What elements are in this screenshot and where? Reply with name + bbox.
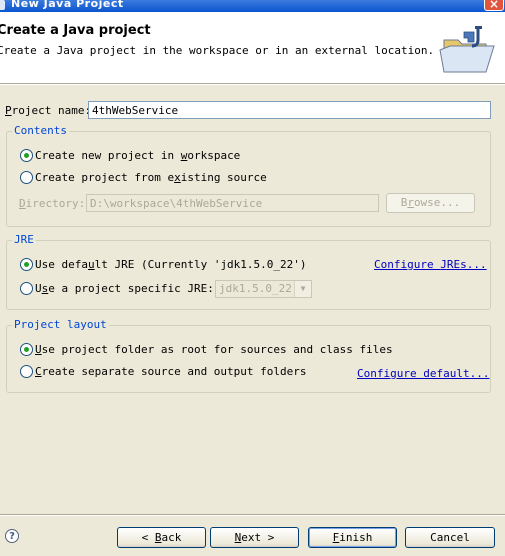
title-bar: New Java Project	[0, 0, 505, 12]
help-icon[interactable]: ?	[5, 529, 19, 543]
default-jre-radio[interactable]	[20, 258, 33, 271]
contents-legend: Contents	[12, 124, 69, 137]
jre-group	[6, 240, 491, 310]
back-button[interactable]: < Back	[117, 527, 206, 548]
separate-folders-radio[interactable]	[20, 365, 33, 378]
jre-select-value: jdk1.5.0_22	[219, 282, 292, 295]
new-java-project-folder-icon	[439, 26, 495, 73]
configure-jres-link[interactable]: Configure JREs...	[374, 258, 487, 271]
next-button[interactable]: Next >	[210, 527, 299, 548]
project-name-input[interactable]	[88, 101, 491, 119]
configure-default-link[interactable]: Configure default...	[357, 367, 489, 380]
chevron-down-icon[interactable]: ▼	[294, 281, 311, 297]
create-from-existing-label: Create project from existing source	[35, 171, 267, 184]
folder-as-root-label: Use project folder as root for sources a…	[35, 343, 393, 356]
create-from-existing-radio[interactable]	[20, 171, 33, 184]
jre-legend: JRE	[12, 233, 36, 246]
default-jre-label: Use default JRE (Currently 'jdk1.5.0_22'…	[35, 258, 307, 271]
app-icon	[0, 0, 5, 10]
directory-input[interactable]	[86, 194, 379, 212]
cancel-button[interactable]: Cancel	[405, 527, 495, 548]
wizard-banner: Create a Java project Create a Java proj…	[0, 12, 505, 83]
project-layout-legend: Project layout	[12, 318, 109, 331]
project-layout-group	[6, 325, 491, 393]
folder-as-root-radio[interactable]	[20, 343, 33, 356]
create-new-project-radio[interactable]	[20, 149, 33, 162]
browse-button[interactable]: Browse...	[386, 193, 475, 213]
banner-description: Create a Java project in the workspace o…	[0, 44, 435, 57]
specific-jre-radio[interactable]	[20, 282, 33, 295]
project-name-label: Project name:	[5, 104, 92, 117]
finish-button[interactable]: Finish	[308, 527, 397, 548]
banner-separator-highlight	[0, 84, 505, 85]
banner-title: Create a Java project	[0, 23, 151, 38]
jre-select[interactable]: jdk1.5.0_22 ▼	[215, 280, 312, 298]
bottom-separator-highlight	[0, 515, 505, 516]
specific-jre-label: Use a project specific JRE:	[35, 282, 214, 295]
window-title: New Java Project	[11, 0, 124, 10]
separate-folders-label: Create separate source and output folder…	[35, 365, 307, 378]
close-button[interactable]: ×	[484, 0, 504, 11]
create-new-project-label: Create new project in workspace	[35, 149, 241, 162]
directory-label: Directory:	[19, 197, 86, 210]
